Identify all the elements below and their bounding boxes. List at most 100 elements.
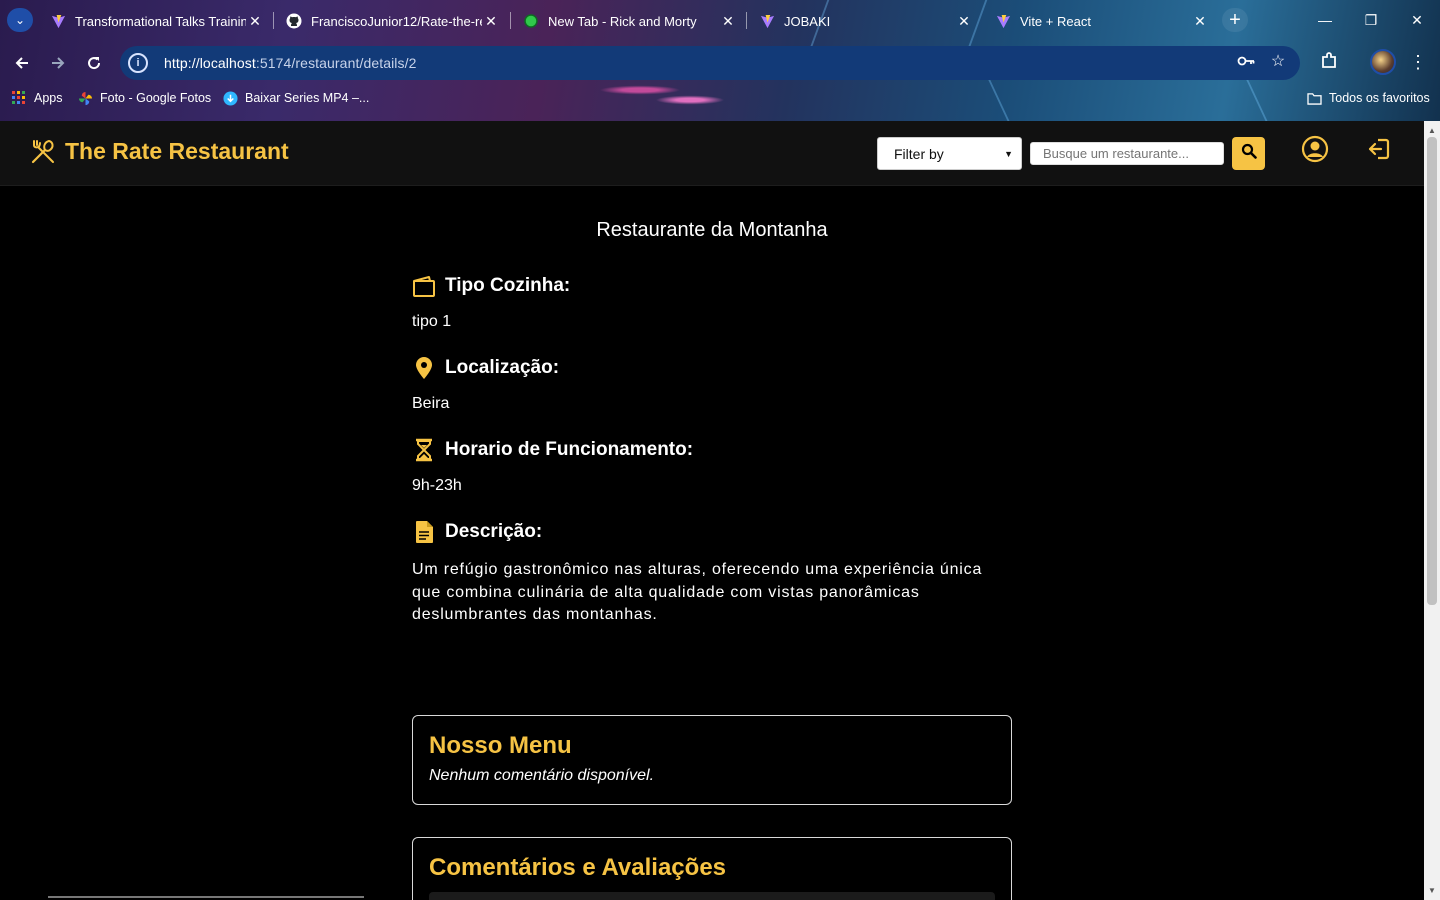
location-pin-icon — [412, 356, 436, 380]
logout-icon — [1366, 138, 1392, 166]
close-icon[interactable]: ✕ — [246, 13, 264, 30]
location-section: Localização: Beira — [412, 356, 1012, 413]
reload-icon[interactable] — [80, 49, 108, 77]
hours-value: 9h-23h — [412, 477, 462, 494]
bookmark-apps[interactable]: Apps — [11, 90, 63, 106]
brand[interactable]: The Rate Restaurant — [30, 138, 289, 165]
hourglass-icon — [412, 438, 436, 462]
tab-title: Vite + React — [1020, 13, 1091, 29]
tab-search-button[interactable]: ⌄ — [7, 8, 33, 32]
section-heading: Localização: — [412, 356, 1012, 380]
browser-tab[interactable]: FranciscoJunior12/Rate-the-res ✕ — [276, 6, 506, 36]
horizontal-scroll-indicator — [48, 896, 364, 898]
google-photos-icon — [77, 90, 93, 106]
hours-section: Horario de Funcionamento: 9h-23h — [412, 438, 1012, 495]
description-section: Descrição: Um refúgio gastronômico nas a… — [412, 520, 1012, 627]
reviews-card: Comentários e Avaliações — [412, 837, 1012, 900]
url-text: http://localhost:5174/restaurant/details… — [164, 55, 417, 71]
close-icon[interactable]: ✕ — [955, 13, 973, 30]
cuisine-label: Tipo Cozinha: — [445, 275, 571, 296]
chevron-down-icon: ▼ — [1004, 148, 1013, 159]
logout-button[interactable] — [1366, 136, 1392, 162]
scroll-up-icon[interactable]: ▲ — [1424, 123, 1440, 137]
site-info-icon[interactable]: i — [128, 53, 148, 73]
new-tab-button[interactable]: + — [1222, 8, 1248, 32]
bookmarks-bar: Apps Foto - Google Fotos Baixar Series M… — [0, 88, 1440, 112]
bookmark-google-photos[interactable]: Foto - Google Fotos — [77, 90, 211, 106]
scrollbar-thumb[interactable] — [1427, 137, 1437, 605]
bookmark-label: Foto - Google Fotos — [100, 91, 212, 105]
section-heading: Horario de Funcionamento: — [412, 438, 1012, 462]
vite-icon — [50, 13, 66, 29]
download-icon — [222, 90, 238, 106]
tab-separator — [510, 12, 511, 29]
browser-tab[interactable]: Transformational Talks Training ✕ — [40, 6, 270, 36]
scroll-down-icon[interactable]: ▼ — [1424, 883, 1440, 897]
vertical-scrollbar[interactable]: ▲ ▼ — [1424, 121, 1440, 900]
search-button[interactable] — [1232, 137, 1265, 170]
user-profile-button[interactable] — [1301, 135, 1329, 163]
page-viewport: The Rate Restaurant Filter by ▼ Busque u… — [0, 121, 1424, 900]
section-heading: Tipo Cozinha: — [412, 274, 1012, 298]
user-circle-icon — [1301, 135, 1329, 167]
folder-icon — [1306, 90, 1322, 106]
location-label: Localização: — [445, 357, 560, 378]
bookmark-baixar-series[interactable]: Baixar Series MP4 –... — [222, 90, 369, 106]
location-value: Beira — [412, 395, 450, 412]
github-icon — [286, 13, 302, 29]
utensils-icon — [30, 139, 56, 165]
search-icon — [1241, 143, 1257, 164]
star-icon[interactable]: ☆ — [1268, 51, 1288, 71]
browser-tab[interactable]: New Tab - Rick and Morty ✕ — [513, 6, 743, 36]
more-options-icon[interactable]: ⋮ — [1408, 50, 1428, 74]
browser-toolbar: i http://localhost:5174/restaurant/detai… — [0, 44, 1440, 82]
close-icon[interactable]: ✕ — [482, 13, 500, 30]
bookmark-label: Apps — [34, 91, 63, 105]
filter-select[interactable]: Filter by ▼ — [877, 137, 1022, 170]
browser-tab[interactable]: JOBAKI ✕ — [749, 6, 979, 36]
browser-chrome: ⌄ Transformational Talks Training ✕ Fran… — [0, 0, 1440, 121]
address-bar[interactable]: i http://localhost:5174/restaurant/detai… — [120, 46, 1300, 80]
cuisine-value: tipo 1 — [412, 313, 452, 330]
reviews-card-title: Comentários e Avaliações — [429, 854, 727, 881]
menu-card-title: Nosso Menu — [429, 732, 572, 759]
bookmark-label: Baixar Series MP4 –... — [245, 91, 370, 105]
tab-title: FranciscoJunior12/Rate-the-res — [311, 13, 482, 29]
reviews-list — [429, 892, 995, 900]
tab-strip: ⌄ Transformational Talks Training ✕ Fran… — [0, 0, 1440, 40]
vite-icon — [995, 13, 1011, 29]
bookmark-label: Todos os favoritos — [1329, 91, 1430, 105]
apps-grid-icon — [11, 90, 27, 106]
restore-icon[interactable]: ❐ — [1356, 8, 1386, 32]
document-icon — [412, 520, 436, 544]
back-icon[interactable] — [8, 49, 36, 77]
browser-tab-active[interactable]: Vite + React ✕ — [985, 6, 1215, 36]
tab-title: JOBAKI — [784, 13, 831, 29]
close-icon[interactable]: ✕ — [1191, 13, 1209, 30]
key-icon[interactable] — [1236, 51, 1256, 71]
filter-selected-value: Filter by — [894, 145, 944, 162]
brand-name: The Rate Restaurant — [65, 138, 289, 164]
wallet-icon — [412, 274, 436, 298]
forward-icon[interactable] — [44, 49, 72, 77]
green-dot-icon — [523, 13, 539, 29]
description-label: Descrição: — [445, 521, 543, 542]
page-title: Restaurante da Montanha — [596, 219, 828, 241]
minimize-icon[interactable]: — — [1310, 8, 1340, 32]
search-input[interactable] — [1030, 142, 1224, 165]
menu-empty-message: Nenhum comentário disponível. — [429, 767, 655, 784]
app-navbar: The Rate Restaurant Filter by ▼ — [0, 121, 1424, 186]
close-window-icon[interactable]: ✕ — [1402, 8, 1432, 32]
avatar[interactable] — [1370, 49, 1396, 75]
all-bookmarks[interactable]: Todos os favoritos — [1306, 90, 1430, 106]
section-heading: Descrição: — [412, 520, 1012, 544]
description-value: Um refúgio gastronômico nas alturas, ofe… — [412, 561, 983, 623]
tab-separator — [746, 12, 747, 29]
tab-title: New Tab - Rick and Morty — [548, 13, 697, 29]
cuisine-section: Tipo Cozinha: tipo 1 — [412, 274, 1012, 331]
close-icon[interactable]: ✕ — [719, 13, 737, 30]
tab-separator — [273, 12, 274, 29]
menu-card: Nosso Menu Nenhum comentário disponível. — [412, 715, 1012, 805]
extensions-icon[interactable] — [1318, 50, 1340, 72]
tab-title: Transformational Talks Training — [75, 13, 246, 29]
